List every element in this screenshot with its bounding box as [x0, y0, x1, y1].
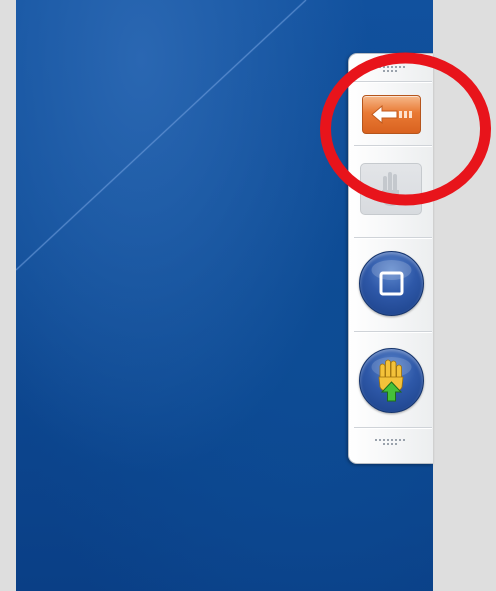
bottom-grip-handle[interactable] — [374, 439, 406, 445]
hand-upload-icon — [371, 357, 412, 402]
stop-button[interactable] — [359, 251, 424, 316]
hand-upload-button[interactable] — [359, 348, 424, 413]
separator — [354, 427, 432, 429]
separator — [354, 237, 432, 239]
separator — [354, 331, 432, 333]
square-icon — [371, 260, 412, 296]
red-annotation-circle — [320, 52, 491, 206]
